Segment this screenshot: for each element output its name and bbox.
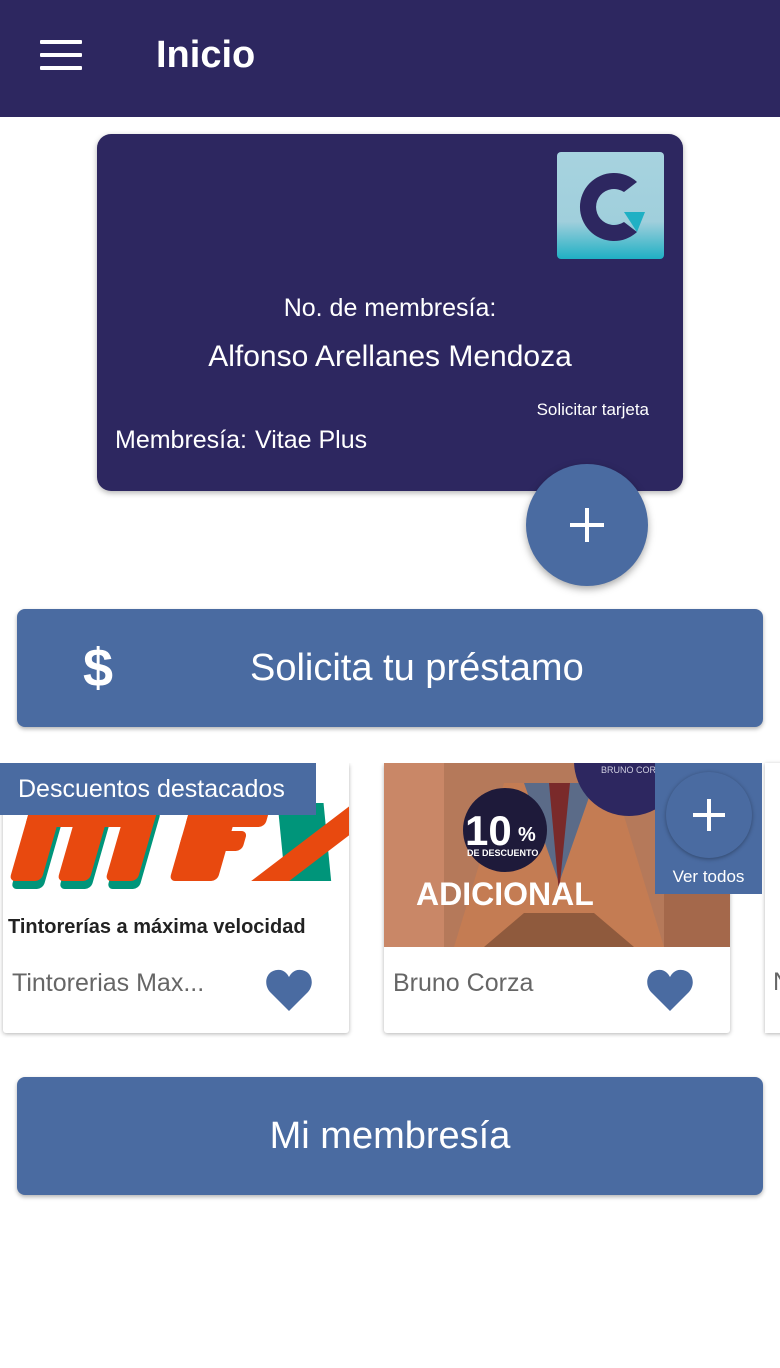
- discount-card-next[interactable]: N: [765, 763, 780, 1033]
- my-membership-label: Mi membresía: [269, 1115, 511, 1157]
- my-membership-button[interactable]: Mi membresía: [17, 1077, 763, 1195]
- discount-card-name: Bruno Corza: [393, 969, 534, 997]
- discount-card-name: N: [773, 968, 780, 997]
- add-button[interactable]: [526, 464, 648, 586]
- membership-type-label: Membresía:: [115, 426, 247, 454]
- promo-percent: 10: [465, 807, 512, 854]
- promo-banner: ADICIONAL: [416, 876, 594, 912]
- dollar-icon: $: [83, 638, 114, 698]
- membership-card: No. de membresía: Alfonso Arellanes Mend…: [97, 134, 683, 491]
- hamburger-menu-icon[interactable]: [40, 40, 82, 70]
- promo-subtitle: DE DESCUENTO: [467, 848, 538, 858]
- plus-icon: [693, 799, 725, 831]
- heart-icon[interactable]: [265, 967, 313, 1013]
- tintorerias-tagline: Tintorerías a máxima velocidad: [8, 916, 306, 938]
- page-title: Inicio: [156, 34, 256, 76]
- membership-type-value: Vitae Plus: [254, 426, 368, 454]
- company-logo: [557, 152, 664, 259]
- membership-type: Membresía: Vitae Plus: [115, 426, 375, 455]
- request-card-link[interactable]: Solicitar tarjeta: [537, 400, 649, 420]
- member-number-label: No. de membresía:: [283, 294, 497, 322]
- request-loan-button[interactable]: $ Solicita tu préstamo: [17, 609, 763, 727]
- see-all-button[interactable]: Ver todos: [655, 763, 762, 894]
- member-name: Alfonso Arellanes Mendoza: [208, 340, 572, 373]
- request-loan-label: Solicita tu préstamo: [250, 647, 584, 689]
- app-bar: Inicio: [0, 0, 780, 117]
- see-all-circle: [666, 772, 752, 858]
- discount-card-name: Tintorerias Max...: [12, 969, 205, 997]
- featured-discounts-label: Descuentos destacados: [0, 763, 316, 815]
- heart-icon[interactable]: [646, 967, 694, 1013]
- promo-percent-sign: %: [518, 824, 536, 846]
- plus-icon: [570, 508, 604, 542]
- see-all-label: Ver todos: [672, 867, 745, 886]
